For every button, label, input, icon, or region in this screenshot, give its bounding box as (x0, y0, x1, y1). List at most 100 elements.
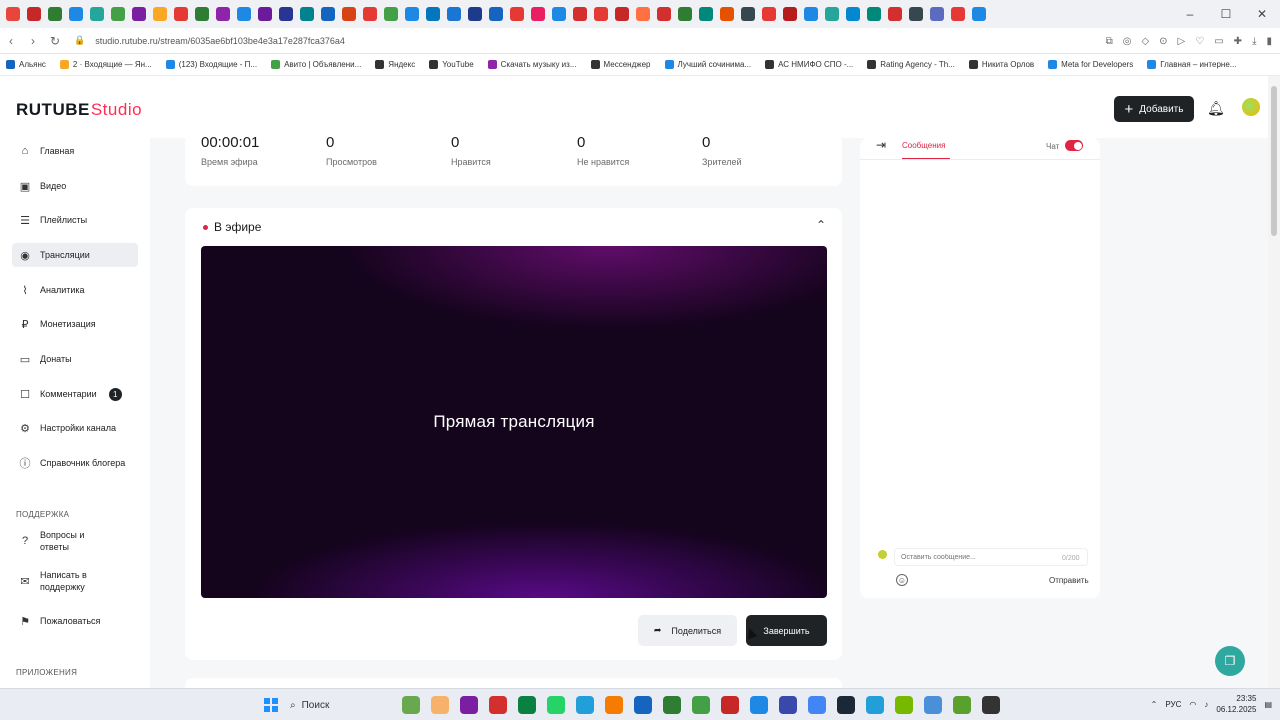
share-button[interactable]: ➦ Поделиться (638, 615, 737, 646)
sidebar-item-7[interactable]: ☐ Комментарии 1 (12, 382, 138, 406)
browser-tab-favicon-icon[interactable] (426, 7, 440, 21)
browser-tab-favicon-icon[interactable] (972, 7, 986, 21)
bookmark-item[interactable]: Альянс (6, 60, 46, 69)
sidebar-item-5[interactable]: ₽ Монетизация (12, 312, 138, 336)
sidebar-item-9[interactable]: ⓘ Справочник блогера (12, 451, 138, 475)
sidebar-item-2[interactable]: ☰ Плейлисты (12, 208, 138, 232)
taskbar-app-icon[interactable] (924, 696, 942, 714)
chat-toggle[interactable] (1065, 140, 1083, 151)
chat-message-input[interactable] (894, 548, 1088, 566)
sidebar-toggle-icon[interactable]: ▮ (1266, 36, 1272, 47)
browser-tab-favicon-icon[interactable] (804, 7, 818, 21)
taskbar-app-icon[interactable] (489, 696, 507, 714)
video-player[interactable]: Прямая трансляция (201, 246, 827, 598)
scrollbar-thumb[interactable] (1271, 86, 1277, 236)
browser-tab-favicon-icon[interactable] (846, 7, 860, 21)
sidebar-item-8[interactable]: ⚙ Настройки канала (12, 416, 138, 440)
back-icon[interactable]: ‹ (0, 34, 22, 48)
browser-tab-favicon-icon[interactable] (741, 7, 755, 21)
minimize-icon[interactable]: – (1172, 7, 1208, 21)
sidebar-item-6[interactable]: ▭ Донаты (12, 347, 138, 371)
extension-icon[interactable]: ✚ (1234, 36, 1242, 47)
browser-tab-favicon-icon[interactable] (111, 7, 125, 21)
browser-tab-favicon-icon[interactable] (195, 7, 209, 21)
bookmark-item[interactable]: Главная – интерне... (1147, 60, 1236, 69)
browser-tab-favicon-icon[interactable] (615, 7, 629, 21)
browser-tab-favicon-icon[interactable] (237, 7, 251, 21)
browser-tab-favicon-icon[interactable] (867, 7, 881, 21)
taskbar-app-icon[interactable] (576, 696, 594, 714)
bookmark-item[interactable]: YouTube (429, 60, 474, 69)
taskbar-app-icon[interactable] (692, 696, 710, 714)
taskbar-app-icon[interactable] (837, 696, 855, 714)
clock[interactable]: 23:35 06.12.2025 (1216, 693, 1256, 715)
close-icon[interactable]: ✕ (1244, 7, 1280, 21)
taskbar-app-icon[interactable] (895, 696, 913, 714)
support-item-0[interactable]: ? Вопросы и ответы (12, 529, 138, 553)
browser-tab-favicon-icon[interactable] (762, 7, 776, 21)
wallet-icon[interactable]: ▭ (1214, 36, 1223, 47)
browser-tab-favicon-icon[interactable] (216, 7, 230, 21)
maximize-icon[interactable]: ☐ (1208, 7, 1244, 21)
bell-icon[interactable]: 🔔︎ (1207, 100, 1225, 117)
heart-icon[interactable]: ♡ (1195, 36, 1204, 47)
play-icon[interactable]: ▷ (1178, 36, 1186, 47)
browser-tab-favicon-icon[interactable] (342, 7, 356, 21)
wifi-icon[interactable]: ◠ (1189, 700, 1196, 709)
browser-tab-favicon-icon[interactable] (90, 7, 104, 21)
browser-tab-favicon-icon[interactable] (783, 7, 797, 21)
browser-tab-favicon-icon[interactable] (48, 7, 62, 21)
shield-icon[interactable]: ◇ (1141, 36, 1149, 47)
bookmark-item[interactable]: Rating Agency - Th... (867, 60, 955, 69)
add-button[interactable]: + Добавить (1114, 96, 1194, 122)
browser-tab-favicon-icon[interactable] (657, 7, 671, 21)
taskbar-app-icon[interactable] (547, 696, 565, 714)
bookmark-item[interactable]: Яндекс (375, 60, 415, 69)
browser-tab-favicon-icon[interactable] (258, 7, 272, 21)
browser-tab-favicon-icon[interactable] (720, 7, 734, 21)
bookmark-item[interactable]: (123) Входящие - П... (165, 60, 257, 69)
taskbar-app-icon[interactable] (721, 696, 739, 714)
browser-tab-favicon-icon[interactable] (69, 7, 83, 21)
taskbar-app-icon[interactable] (866, 696, 884, 714)
browser-tab-favicon-icon[interactable] (510, 7, 524, 21)
bookmark-item[interactable]: Скачать музыку из... (487, 60, 577, 69)
browser-tab-favicon-icon[interactable] (909, 7, 923, 21)
collapse-panel-icon[interactable]: ⇥ (876, 138, 886, 152)
taskbar-app-icon[interactable] (460, 696, 478, 714)
bookmark-item[interactable]: Meta for Developers (1048, 60, 1133, 69)
download-icon[interactable]: ⤓ (1252, 36, 1256, 47)
taskbar-app-icon[interactable] (953, 696, 971, 714)
taskbar-app-icon[interactable] (982, 696, 1000, 714)
browser-tab-favicon-icon[interactable] (300, 7, 314, 21)
taskbar-app-icon[interactable] (634, 696, 652, 714)
volume-icon[interactable]: ♪ (1204, 700, 1208, 709)
browser-tab-favicon-icon[interactable] (468, 7, 482, 21)
bookmark-item[interactable]: Мессенджер (590, 60, 651, 69)
chevron-up-tray-icon[interactable]: ⌃ (1151, 700, 1158, 709)
taskbar-app-icon[interactable] (605, 696, 623, 714)
send-button[interactable]: Отправить (1049, 576, 1089, 585)
browser-tab-favicon-icon[interactable] (951, 7, 965, 21)
notification-icon[interactable]: ▤ (1264, 700, 1272, 709)
browser-tab-favicon-icon[interactable] (636, 7, 650, 21)
browser-tab-favicon-icon[interactable] (552, 7, 566, 21)
browser-tab-favicon-icon[interactable] (363, 7, 377, 21)
browser-tab-favicon-icon[interactable] (531, 7, 545, 21)
browser-tab-favicon-icon[interactable] (888, 7, 902, 21)
reload-icon[interactable]: ↻ (44, 34, 66, 48)
browser-tab-favicon-icon[interactable] (699, 7, 713, 21)
browser-tab-favicon-icon[interactable] (447, 7, 461, 21)
browser-tab-favicon-icon[interactable] (405, 7, 419, 21)
browser-tab-favicon-icon[interactable] (132, 7, 146, 21)
help-chat-icon[interactable]: ❐ (1215, 646, 1245, 676)
browser-tab-favicon-icon[interactable] (930, 7, 944, 21)
rutube-studio-logo[interactable]: RUTUBEStudio (16, 100, 142, 120)
taskbar-app-icon[interactable] (431, 696, 449, 714)
taskbar-search[interactable]: ⌕ Поиск (290, 696, 410, 714)
browser-tab-favicon-icon[interactable] (6, 7, 20, 21)
sidebar-item-1[interactable]: ▣ Видео (12, 174, 138, 198)
lang-indicator[interactable]: РУС (1165, 700, 1181, 709)
support-item-1[interactable]: ✉ Написать в поддержку (12, 564, 138, 598)
browser-tab-favicon-icon[interactable] (489, 7, 503, 21)
